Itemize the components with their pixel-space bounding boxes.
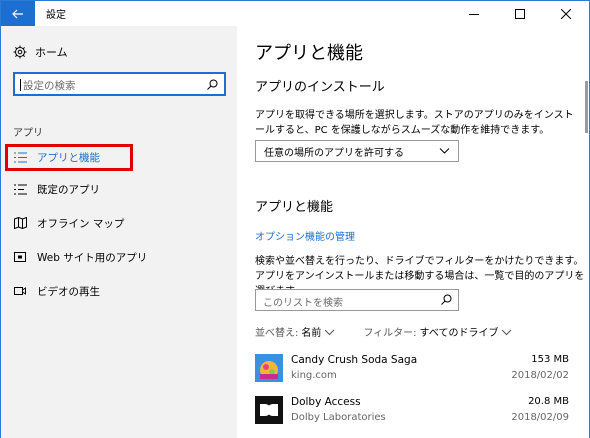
close-icon <box>561 8 571 19</box>
app-list-item[interactable]: Dolby Access Dolby Laboratories 20.8 MB … <box>255 394 569 428</box>
install-source-dropdown[interactable]: 任意の場所のアプリを許可する <box>255 140 459 162</box>
back-button[interactable] <box>1 1 35 26</box>
manage-optional-features-link[interactable]: オプション機能の管理 <box>255 228 355 243</box>
search-icon <box>207 79 218 90</box>
app-name: Dolby Access <box>291 396 361 408</box>
maximize-button[interactable] <box>497 1 543 26</box>
filter-label: フィルター: <box>363 328 417 339</box>
app-publisher: king.com <box>291 370 337 381</box>
sidebar-item-label: ビデオの再生 <box>37 285 100 298</box>
app-date: 2018/02/02 <box>511 370 569 381</box>
sidebar-item-label: 既定のアプリ <box>37 183 100 196</box>
back-arrow-icon <box>12 9 23 18</box>
sidebar-item-offline-maps[interactable]: オフライン マップ <box>13 212 225 234</box>
sort-dropdown[interactable]: 並べ替え: 名前 <box>255 324 335 339</box>
sidebar-item-default-apps[interactable]: 既定のアプリ <box>13 178 225 200</box>
sort-label: 並べ替え: <box>255 328 299 339</box>
sidebar-item-web-apps[interactable]: Web サイト用のアプリ <box>13 246 225 268</box>
chevron-down-icon <box>502 329 512 335</box>
main-content: アプリと機能 アプリのインストール アプリを取得できる場所を選択します。ストアの… <box>237 26 589 438</box>
sidebar-item-label: アプリと機能 <box>37 152 100 164</box>
window-title: 設定 <box>46 10 66 21</box>
app-publisher: Dolby Laboratories <box>291 412 386 423</box>
filter-value: すべてのドライブ <box>419 328 499 339</box>
app-size: 20.8 MB <box>528 396 569 407</box>
gear-icon <box>13 45 27 59</box>
list-icon <box>13 151 27 165</box>
sort-filter-row: 並べ替え: 名前 フィルター: すべてのドライブ <box>255 324 512 339</box>
chevron-down-icon <box>325 329 335 335</box>
chevron-down-icon <box>439 148 450 154</box>
sidebar: ホーム 設定の検索 アプリ アプリと機能 既定のアプリ オフライン マップ We… <box>1 26 237 438</box>
app-date: 2018/02/09 <box>511 412 569 423</box>
section-label: アプリ <box>13 128 43 139</box>
search-placeholder: このリストを検索 <box>263 298 343 309</box>
scrollbar[interactable] <box>585 81 588 133</box>
default-apps-icon <box>13 182 27 196</box>
maximize-icon <box>515 8 525 19</box>
search-placeholder: 設定の検索 <box>20 79 76 92</box>
features-heading: アプリと機能 <box>255 200 334 215</box>
minimize-button[interactable] <box>451 1 497 26</box>
candy-crush-app-icon <box>255 354 283 382</box>
search-icon <box>441 294 452 305</box>
video-icon <box>13 284 27 298</box>
sidebar-item-label: Web サイト用のアプリ <box>37 251 148 264</box>
home-label: ホーム <box>35 46 68 59</box>
install-description: アプリを取得できる場所を選択します。ストアのアプリのみをインストールすると、PC… <box>255 110 574 136</box>
dropdown-value: 任意の場所のアプリを許可する <box>264 147 404 159</box>
sidebar-item-apps-features[interactable]: アプリと機能 <box>5 144 133 171</box>
app-list-search-input[interactable]: このリストを検索 <box>255 289 459 311</box>
home-link[interactable]: ホーム <box>13 44 68 60</box>
title-bar: 設定 <box>1 1 589 26</box>
app-size: 153 MB <box>531 354 569 365</box>
settings-search-input[interactable]: 設定の検索 <box>13 72 226 96</box>
sidebar-item-video-playback[interactable]: ビデオの再生 <box>13 280 225 302</box>
app-name: Candy Crush Soda Saga <box>291 354 418 366</box>
close-button[interactable] <box>543 1 589 26</box>
settings-window: 設定 ホーム 設定の検索 アプリ アプリと機能 既定のアプリ オフライン マップ… <box>0 0 590 438</box>
web-apps-icon <box>13 250 27 264</box>
sort-value: 名前 <box>301 328 322 339</box>
app-list-item[interactable]: Candy Crush Soda Saga king.com 153 MB 20… <box>255 352 569 386</box>
sidebar-item-label: オフライン マップ <box>37 217 125 230</box>
map-icon <box>13 216 27 230</box>
dolby-app-icon <box>255 396 283 424</box>
install-heading: アプリのインストール <box>255 80 385 95</box>
filter-dropdown[interactable]: フィルター: すべてのドライブ <box>363 324 512 339</box>
page-title: アプリと機能 <box>255 43 363 64</box>
minimize-icon <box>469 13 479 15</box>
